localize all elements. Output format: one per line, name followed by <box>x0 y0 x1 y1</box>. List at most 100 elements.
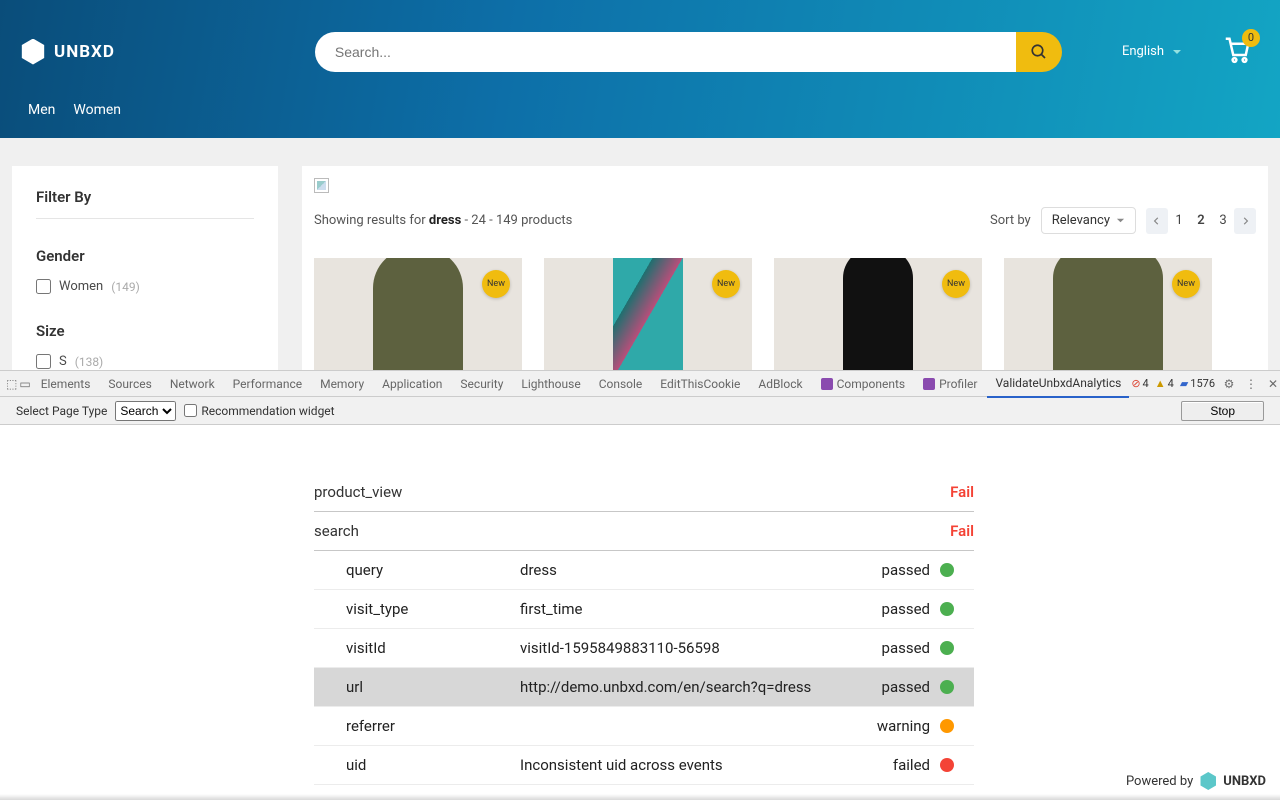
results-summary: Showing results for dress - 24 - 149 pro… <box>314 213 572 228</box>
section-label: search <box>314 522 359 540</box>
row-status: passed <box>850 639 930 657</box>
tab-security[interactable]: Security <box>452 371 511 397</box>
tab-components[interactable]: Components <box>813 371 914 397</box>
report-row[interactable]: visitIdvisitId-1595849883110-56598passed <box>314 629 974 668</box>
row-key: visitId <box>346 639 520 657</box>
tab-profiler[interactable]: Profiler <box>915 371 985 397</box>
status-dot-icon <box>940 680 954 694</box>
report-row[interactable]: urlhttp://demo.unbxd.com/en/search?q=dre… <box>314 668 974 707</box>
facet-gender-women[interactable]: Women (149) <box>36 279 254 294</box>
devtools-panel: ⬚ ▭ Elements Sources Network Performance… <box>0 370 1280 802</box>
tab-lighthouse[interactable]: Lighthouse <box>513 371 588 397</box>
tab-performance[interactable]: Performance <box>225 371 310 397</box>
results-panel: Showing results for dress - 24 - 149 pro… <box>302 166 1268 370</box>
tab-elements[interactable]: Elements <box>33 371 99 397</box>
tab-sources[interactable]: Sources <box>100 371 159 397</box>
tab-console[interactable]: Console <box>591 371 651 397</box>
page-prev[interactable] <box>1146 208 1168 234</box>
language-label: English <box>1122 44 1164 59</box>
row-status: passed <box>850 600 930 618</box>
section-product-view[interactable]: product_view Fail <box>314 473 974 512</box>
new-badge: New <box>942 270 970 298</box>
pagination: 1 2 3 <box>1146 208 1256 234</box>
tab-validateunbxdanalytics[interactable]: ValidateUnbxdAnalytics <box>987 370 1129 398</box>
react-icon <box>821 378 833 390</box>
hexagon-icon <box>20 39 46 65</box>
new-badge: New <box>1172 270 1200 298</box>
devtools-toolbar: Select Page Type Search Recommendation w… <box>0 397 1280 425</box>
gear-icon[interactable]: ⚙ <box>1221 377 1237 391</box>
page-next[interactable] <box>1234 208 1256 234</box>
tab-memory[interactable]: Memory <box>312 371 372 397</box>
row-key: referrer <box>346 717 520 735</box>
more-icon[interactable]: ⋮ <box>1243 377 1259 391</box>
report-row[interactable]: uidInconsistent uid across eventsfailed <box>314 746 974 785</box>
checkbox[interactable] <box>184 404 197 417</box>
status-dot-icon <box>940 719 954 733</box>
warning-count[interactable]: ▲4 <box>1155 377 1174 390</box>
row-key: url <box>346 678 520 696</box>
search-term: dress <box>429 213 461 228</box>
primary-nav: Men Women <box>0 88 1280 132</box>
search-icon <box>1030 43 1048 61</box>
devtools-tabbar: ⬚ ▭ Elements Sources Network Performance… <box>0 371 1280 397</box>
row-value: Inconsistent uid across events <box>520 756 850 774</box>
powered-brand: UNBXD <box>1223 774 1266 789</box>
powered-by: Powered by UNBXD <box>1126 772 1266 790</box>
page-1[interactable]: 1 <box>1168 208 1190 234</box>
results-prefix: Showing results for <box>314 213 429 228</box>
section-status: Fail <box>950 522 974 540</box>
stop-button[interactable]: Stop <box>1181 401 1264 421</box>
report-row[interactable]: referrerwarning <box>314 707 974 746</box>
status-dot-icon <box>940 758 954 772</box>
row-status: passed <box>850 561 930 579</box>
page-type-select[interactable]: Search <box>115 401 176 421</box>
inspect-icon[interactable]: ⬚ <box>6 377 17 391</box>
facet-size-s[interactable]: S (138) <box>36 354 254 369</box>
page-2[interactable]: 2 <box>1190 208 1212 234</box>
search-input[interactable] <box>315 32 1016 72</box>
recommendation-checkbox[interactable]: Recommendation widget <box>184 404 334 418</box>
product-card[interactable]: New <box>1004 258 1212 370</box>
error-count[interactable]: ⊘4 <box>1131 377 1148 390</box>
nav-men[interactable]: Men <box>28 102 55 118</box>
status-dot-icon <box>940 602 954 616</box>
language-selector[interactable]: English <box>1122 44 1182 59</box>
app-header: UNBXD English 0 Men Women <box>0 0 1280 138</box>
tab-application[interactable]: Application <box>374 371 450 397</box>
cart-button[interactable]: 0 <box>1222 35 1252 69</box>
sort-select[interactable]: Relevancy <box>1041 207 1136 234</box>
filter-by-heading: Filter By <box>36 188 254 219</box>
facet-option-label: S <box>59 354 67 369</box>
analytics-report: product_view Fail search Fail querydress… <box>314 473 974 785</box>
close-icon[interactable]: ✕ <box>1265 377 1280 391</box>
results-suffix: - 24 - 149 products <box>461 213 572 228</box>
search-button[interactable] <box>1016 32 1062 72</box>
row-status: failed <box>850 756 930 774</box>
row-key: visit_type <box>346 600 520 618</box>
filters-sidebar: Filter By Gender Women (149) Size S (138… <box>12 166 278 370</box>
checkbox[interactable] <box>36 354 51 369</box>
product-card[interactable]: New <box>544 258 752 370</box>
sortby-label: Sort by <box>990 213 1031 228</box>
checkbox[interactable] <box>36 279 51 294</box>
message-count[interactable]: ▰1576 <box>1180 377 1215 390</box>
row-value: visitId-1595849883110-56598 <box>520 639 850 657</box>
tab-editthiscookie[interactable]: EditThisCookie <box>652 371 748 397</box>
product-card[interactable]: New <box>314 258 522 370</box>
product-grid: New New New New <box>314 258 1256 370</box>
page-3[interactable]: 3 <box>1212 208 1234 234</box>
nav-women[interactable]: Women <box>73 102 121 118</box>
chevron-left-icon <box>1153 217 1161 225</box>
cart-count-badge: 0 <box>1242 29 1260 47</box>
tab-adblock[interactable]: AdBlock <box>750 371 810 397</box>
facet-size-title: Size <box>36 322 254 340</box>
report-row[interactable]: querydresspassed <box>314 551 974 590</box>
brand-logo[interactable]: UNBXD <box>20 39 115 65</box>
device-icon[interactable]: ▭ <box>19 377 30 391</box>
tab-network[interactable]: Network <box>162 371 223 397</box>
product-card[interactable]: New <box>774 258 982 370</box>
section-search[interactable]: search Fail <box>314 512 974 551</box>
report-row[interactable]: visit_typefirst_timepassed <box>314 590 974 629</box>
chevron-right-icon <box>1241 217 1249 225</box>
